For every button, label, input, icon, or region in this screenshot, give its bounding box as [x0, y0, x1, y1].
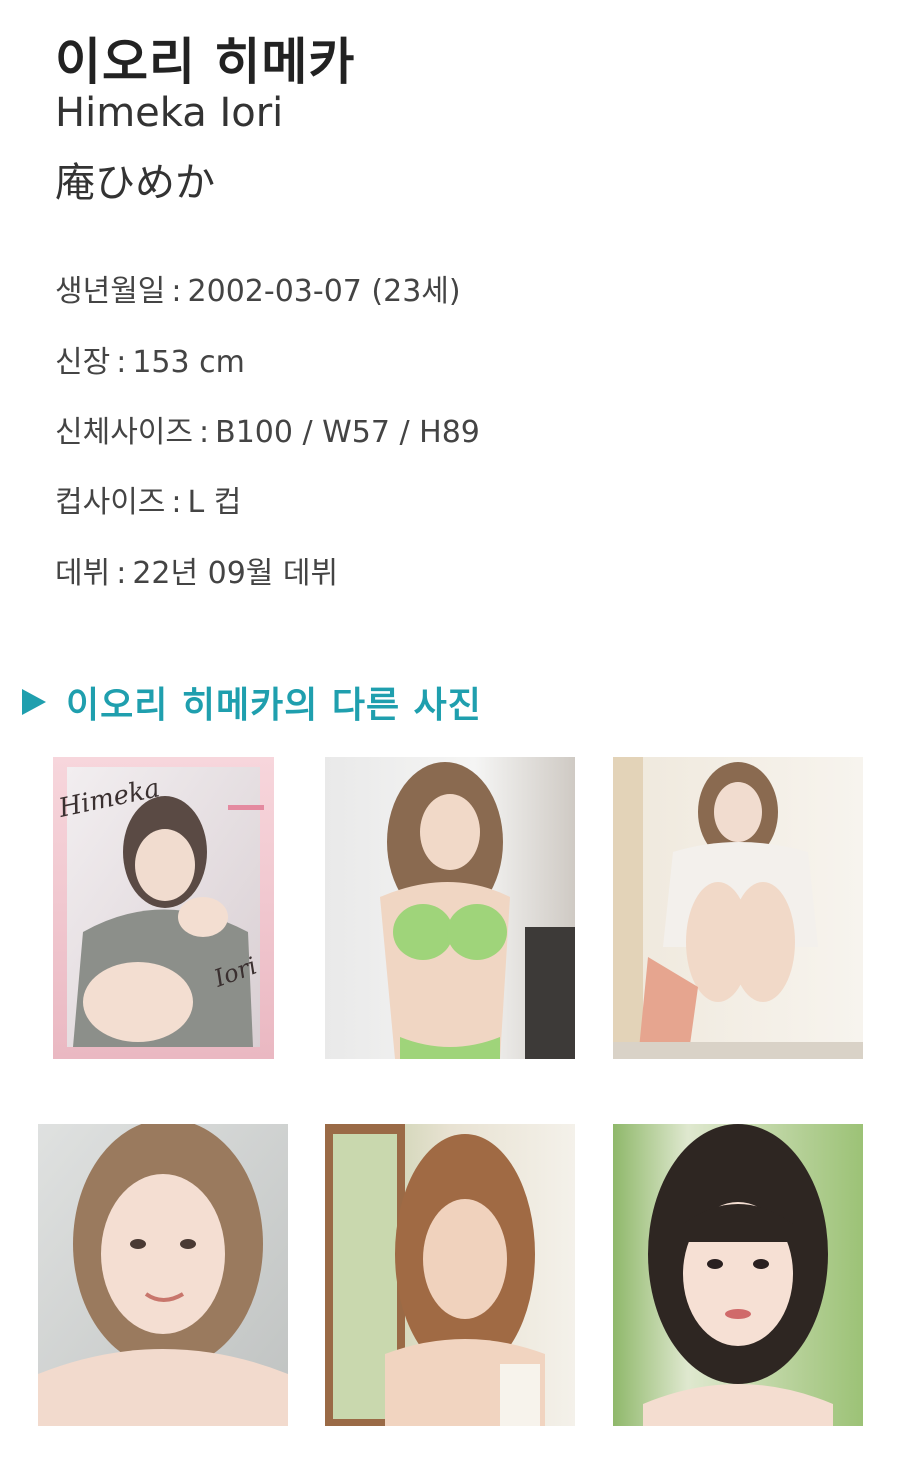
profile-name-english: Himeka Iori — [55, 90, 284, 136]
gallery-photo-4[interactable] — [38, 1124, 288, 1426]
info-label: 컵사이즈 — [55, 485, 166, 520]
info-label: 신장 — [55, 345, 111, 380]
info-value: 153 cm — [132, 345, 245, 380]
info-value: 2002-03-07 (23세) — [187, 274, 461, 309]
gallery-title: 이오리 히메카의 다른 사진 — [66, 685, 482, 726]
gallery-photo-2[interactable] — [325, 757, 575, 1059]
photo-image — [325, 1124, 575, 1426]
info-value: B100 / W57 / H89 — [215, 415, 480, 450]
photo-image: Himeka Iori — [53, 757, 274, 1059]
photo-image — [613, 1124, 863, 1426]
gallery-heading: 이오리 히메카의 다른 사진 — [22, 676, 482, 728]
info-label: 데뷔 — [55, 556, 111, 591]
photo-image — [325, 757, 575, 1059]
info-label: 생년월일 — [55, 274, 166, 309]
info-row-height: 신장:153 cm — [55, 345, 245, 380]
info-value: L 컵 — [187, 485, 242, 520]
info-row-debut: 데뷔:22년 09월 데뷔 — [55, 556, 339, 591]
info-row-body-size: 신체사이즈: B100 / W57 / H89 — [55, 415, 480, 450]
gallery-photo-1[interactable]: Himeka Iori — [53, 757, 274, 1059]
photo-image — [38, 1124, 288, 1426]
gallery-photo-5[interactable] — [325, 1124, 575, 1426]
profile-name-korean: 이오리 히메카 — [55, 33, 356, 91]
info-row-birthdate: 생년월일:2002-03-07 (23세) — [55, 274, 461, 309]
gallery-photo-3[interactable] — [613, 757, 863, 1059]
profile-name-japanese: 庵ひめか — [55, 160, 215, 206]
info-label: 신체사이즈 — [55, 415, 193, 450]
info-value: 22년 09월 데뷔 — [132, 556, 339, 591]
photo-image — [613, 757, 863, 1059]
gallery-photo-6[interactable] — [613, 1124, 863, 1426]
triangle-right-icon — [22, 689, 46, 715]
info-row-cup-size: 컵사이즈: L 컵 — [55, 485, 242, 520]
